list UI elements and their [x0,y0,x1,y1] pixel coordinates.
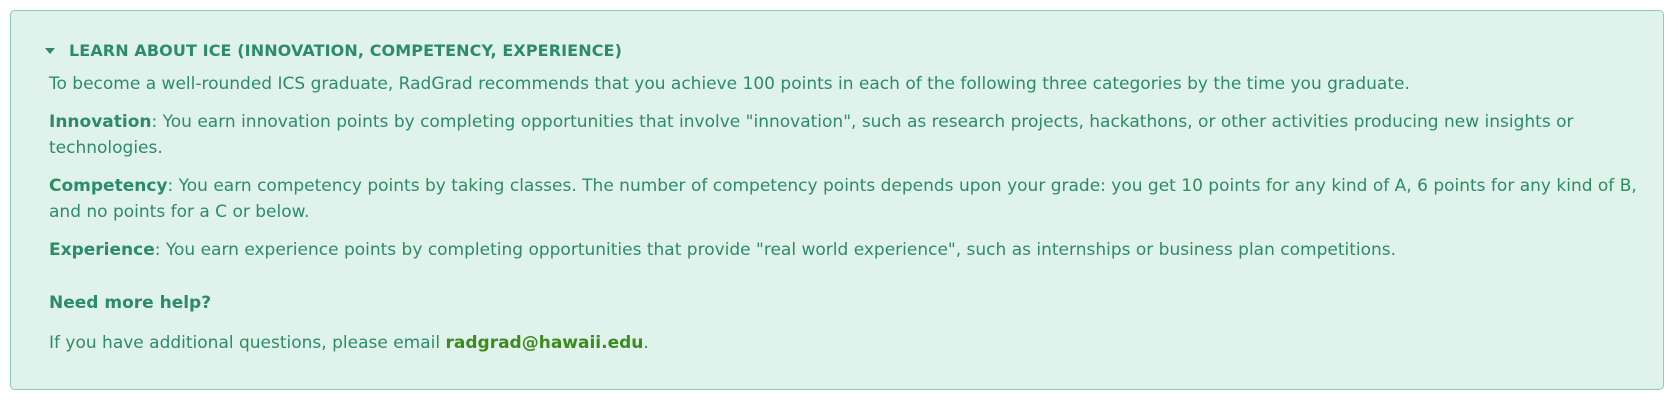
accordion-title[interactable]: LEARN ABOUT ICE (INNOVATION, COMPETENCY,… [69,41,622,60]
category-term: Experience [49,240,155,260]
category-term: Competency [49,176,168,196]
help-text-before: If you have additional questions, please… [49,333,446,353]
category-experience: Experience: You earn experience points b… [49,237,1637,263]
caret-down-icon[interactable] [45,47,55,54]
category-competency: Competency: You earn competency points b… [49,173,1637,225]
category-term: Innovation [49,112,152,132]
category-description: : You earn innovation points by completi… [49,112,1574,158]
category-description: : You earn competency points by taking c… [49,176,1637,222]
intro-text: To become a well-rounded ICS graduate, R… [49,74,1410,94]
help-text-after: . [643,333,649,353]
help-text: If you have additional questions, please… [49,330,1637,356]
accordion-content: To become a well-rounded ICS graduate, R… [49,71,1637,356]
category-innovation: Innovation: You earn innovation points b… [49,109,1637,161]
help-heading: Need more help? [49,293,212,313]
email-link[interactable]: radgrad@hawaii.edu [446,333,644,353]
accordion-header[interactable]: LEARN ABOUT ICE (INNOVATION, COMPETENCY,… [45,39,1637,61]
ice-info-panel: LEARN ABOUT ICE (INNOVATION, COMPETENCY,… [10,10,1664,390]
category-description: : You earn experience points by completi… [154,240,1397,260]
